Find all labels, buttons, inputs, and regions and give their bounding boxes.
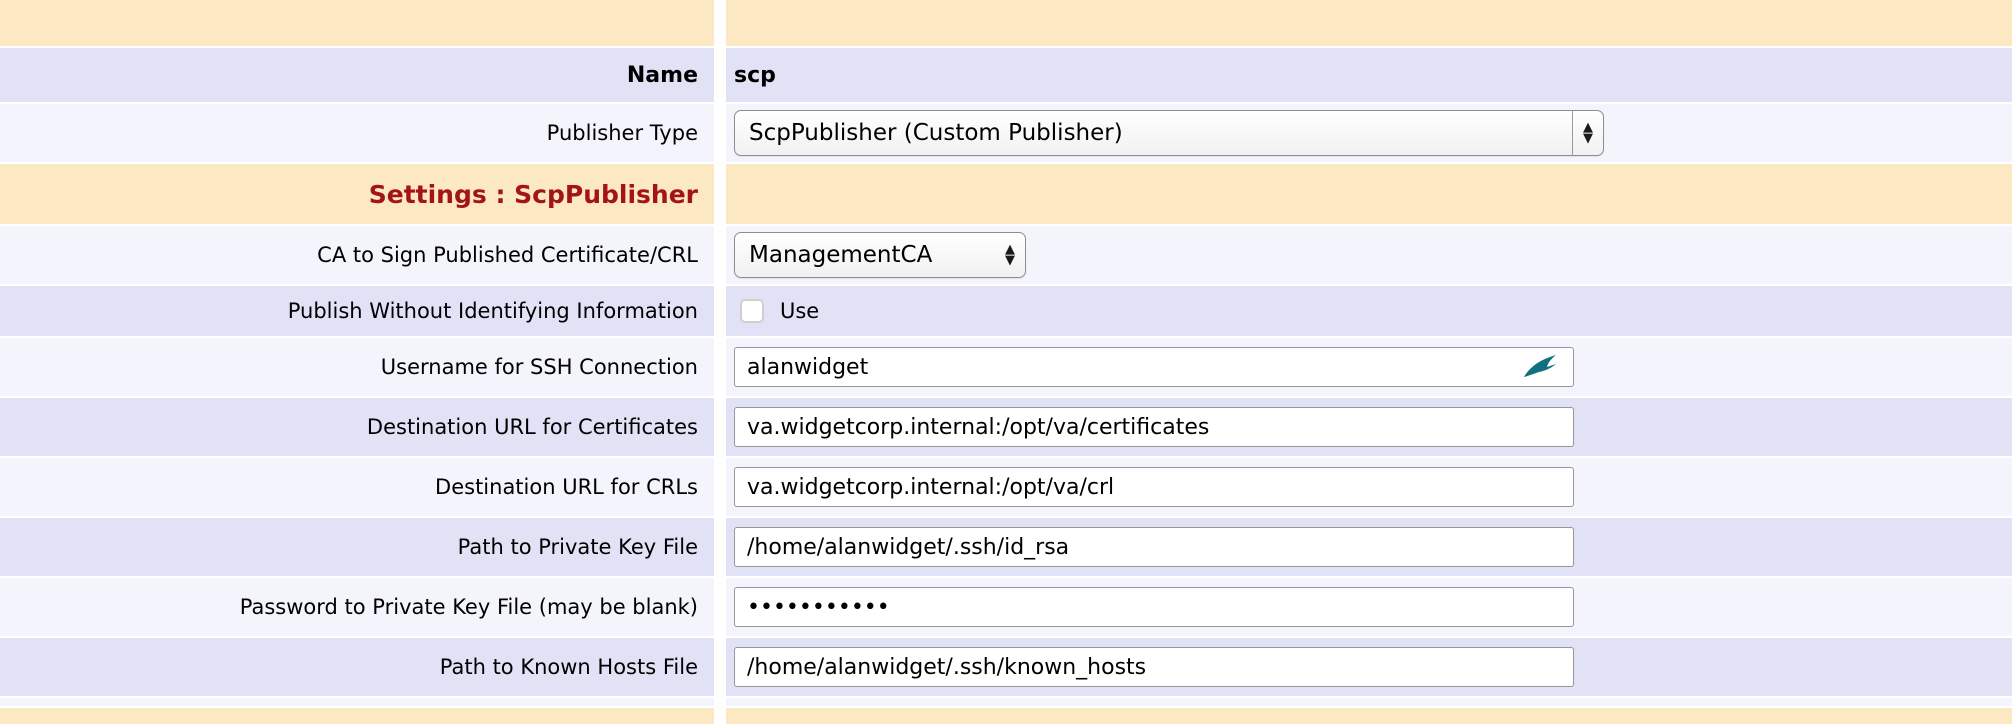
arrow-down-icon: ▼: [1583, 133, 1593, 144]
bottom-band-left-cell: [0, 708, 714, 724]
private-key-path-row: Path to Private Key File: [0, 518, 2012, 576]
bottom-sliver-right-cell: [726, 698, 2012, 706]
ca-sign-row: CA to Sign Published Certificate/CRL Man…: [0, 226, 2012, 284]
select-arrows-icon: ▲ ▼: [995, 233, 1025, 277]
publisher-type-row: Publisher Type ScpPublisher (Custom Publ…: [0, 104, 2012, 162]
private-key-path-input[interactable]: [734, 527, 1574, 567]
publisher-type-label: Publisher Type: [547, 121, 698, 145]
publisher-type-selected-value: ScpPublisher (Custom Publisher): [749, 120, 1123, 146]
known-hosts-label: Path to Known Hosts File: [440, 655, 698, 679]
private-key-password-input[interactable]: [734, 587, 1574, 627]
bottom-band-right-cell: [726, 708, 2012, 724]
use-checkbox[interactable]: [740, 299, 764, 323]
anonymize-label: Publish Without Identifying Information: [288, 299, 698, 323]
private-key-password-label: Password to Private Key File (may be bla…: [240, 595, 698, 619]
top-band-left-cell: [0, 0, 714, 46]
cert-destination-input[interactable]: [734, 407, 1574, 447]
crl-destination-input[interactable]: [734, 467, 1574, 507]
ssh-username-label: Username for SSH Connection: [381, 355, 698, 379]
ca-sign-selected-value: ManagementCA: [749, 242, 932, 268]
crl-destination-label: Destination URL for CRLs: [435, 475, 698, 499]
edit-publisher-form: Name scp Publisher Type ScpPublisher (Cu…: [0, 0, 2012, 724]
crl-destination-row: Destination URL for CRLs: [0, 458, 2012, 516]
ssh-username-input-wrap: [734, 347, 1574, 387]
select-arrows-icon: ▲ ▼: [1572, 111, 1603, 155]
bottom-section-band: [0, 708, 2012, 724]
ssh-username-row: Username for SSH Connection: [0, 338, 2012, 396]
top-band-right-cell: [726, 0, 2012, 46]
name-label: Name: [627, 63, 698, 88]
bottom-sliver-left-cell: [0, 698, 714, 706]
publisher-type-select[interactable]: ScpPublisher (Custom Publisher) ▲ ▼: [734, 110, 1604, 156]
settings-section-band: Settings : ScpPublisher: [0, 164, 2012, 224]
cert-destination-row: Destination URL for Certificates: [0, 398, 2012, 456]
ssh-username-input[interactable]: [734, 347, 1574, 387]
name-value: scp: [734, 63, 776, 88]
ca-sign-select[interactable]: ManagementCA ▲ ▼: [734, 232, 1026, 278]
name-row: Name scp: [0, 48, 2012, 102]
known-hosts-row: Path to Known Hosts File: [0, 638, 2012, 696]
dashlane-autofill-icon[interactable]: [1522, 354, 1558, 380]
known-hosts-input[interactable]: [734, 647, 1574, 687]
arrow-down-icon: ▼: [1005, 255, 1015, 266]
private-key-password-row: Password to Private Key File (may be bla…: [0, 578, 2012, 636]
settings-section-title: Settings : ScpPublisher: [369, 180, 698, 209]
bottom-row-sliver: [0, 698, 2012, 706]
cert-destination-label: Destination URL for Certificates: [367, 415, 698, 439]
top-section-band: [0, 0, 2012, 46]
anonymize-row: Publish Without Identifying Information …: [0, 286, 2012, 336]
settings-band-right-cell: [726, 164, 2012, 224]
private-key-path-label: Path to Private Key File: [458, 535, 698, 559]
use-checkbox-label: Use: [780, 299, 819, 323]
ca-sign-label: CA to Sign Published Certificate/CRL: [317, 243, 698, 267]
